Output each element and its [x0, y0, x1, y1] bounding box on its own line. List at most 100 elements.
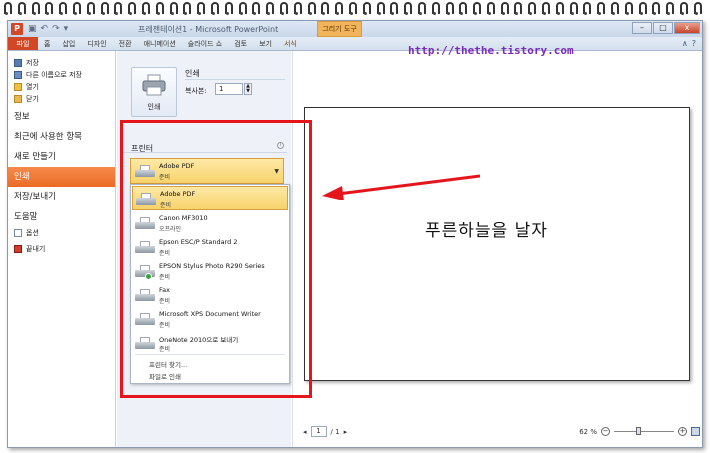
spiral-ring — [579, 0, 593, 18]
powerpoint-window: P ▣ ↶ ↷ ▾ 프레젠테이션1 - Microsoft PowerPoint… — [7, 20, 703, 448]
ribbon-right-controls: ∧ ? — [682, 39, 696, 48]
spiral-ring — [55, 0, 69, 18]
spiral-ring — [304, 0, 318, 18]
spiral-ring — [552, 0, 566, 18]
spiral-binding — [0, 0, 710, 18]
spiral-ring — [662, 0, 676, 18]
spiral-ring — [455, 0, 469, 18]
undo-icon[interactable]: ↶ — [41, 24, 49, 34]
maximize-button[interactable]: □ — [653, 22, 673, 34]
zoom-level[interactable]: 62 % — [579, 428, 597, 436]
copies-input[interactable]: 1 — [215, 83, 243, 95]
zoom-out-icon[interactable]: − — [601, 427, 610, 436]
print-section-title: 인쇄 — [185, 69, 200, 78]
spiral-ring — [138, 0, 152, 18]
customize-qat-icon[interactable]: ▾ — [64, 24, 69, 34]
blog-watermark: http://thethe.tistory.com — [408, 44, 574, 57]
nav-item-print[interactable]: 인쇄 — [8, 167, 115, 187]
divider — [185, 79, 285, 80]
slide-preview: 푸른하늘을 날자 — [304, 107, 690, 381]
nav-item-open[interactable]: 열기 — [8, 81, 115, 93]
printer-icon — [142, 74, 166, 96]
spiral-ring — [235, 0, 249, 18]
help-icon[interactable]: ? — [692, 39, 696, 48]
spiral-ring — [400, 0, 414, 18]
tab-design[interactable]: 디자인 — [81, 37, 112, 50]
spiral-ring — [152, 0, 166, 18]
print-button-label: 인쇄 — [147, 103, 161, 111]
zoom-to-page-icon[interactable] — [691, 427, 700, 436]
tab-slideshow[interactable]: 슬라이드 쇼 — [182, 37, 228, 50]
next-page-icon[interactable]: ▸ — [344, 428, 348, 436]
spiral-ring — [166, 0, 180, 18]
ribbon-tabs: 파일 홈 삽입 디자인 전환 애니메이션 슬라이드 쇼 검토 보기 서식 ∧ ? — [8, 37, 702, 51]
window-controls: – □ x — [632, 22, 700, 34]
spiral-ring — [276, 0, 290, 18]
tab-home[interactable]: 홈 — [38, 37, 56, 50]
print-preview-area: 푸른하늘을 날자 ◂ 1 / 1 ▸ 62 % − + — [292, 51, 702, 447]
save-as-icon — [14, 71, 22, 79]
nav-item-save-send[interactable]: 저장/보내기 — [8, 187, 115, 207]
tab-animations[interactable]: 애니메이션 — [138, 37, 182, 50]
save-icon — [14, 59, 22, 67]
spiral-ring — [414, 0, 428, 18]
spiral-ring — [317, 0, 331, 18]
tab-format[interactable]: 서식 — [278, 37, 303, 50]
spiral-ring — [510, 0, 524, 18]
spiral-ring — [373, 0, 387, 18]
spiral-ring — [359, 0, 373, 18]
close-folder-icon — [14, 95, 22, 103]
spiral-ring — [566, 0, 580, 18]
nav-item-close[interactable]: 닫기 — [8, 93, 115, 105]
page-number-input[interactable]: 1 — [310, 426, 327, 437]
spiral-ring — [179, 0, 193, 18]
redo-icon[interactable]: ↷ — [52, 24, 60, 34]
spiral-ring — [386, 0, 400, 18]
zoom-in-icon[interactable]: + — [678, 427, 687, 436]
copies-spinner[interactable]: ▲ ▼ — [244, 83, 252, 95]
tab-insert[interactable]: 삽입 — [56, 37, 81, 50]
save-icon[interactable]: ▣ — [28, 24, 37, 34]
spiral-ring — [483, 0, 497, 18]
spiral-ring — [345, 0, 359, 18]
tab-review[interactable]: 검토 — [228, 37, 253, 50]
nav-item-save-as[interactable]: 다른 이름으로 저장 — [8, 69, 115, 81]
annotation-highlight-box — [120, 120, 312, 398]
backstage-nav: 저장 다른 이름으로 저장 열기 닫기 정보 최근에 사용한 항목 새로 만들기… — [8, 51, 116, 447]
spiral-ring — [442, 0, 456, 18]
copies-label: 복사본: — [185, 87, 207, 95]
spiral-ring — [0, 0, 14, 18]
minimize-ribbon-icon[interactable]: ∧ — [682, 39, 688, 48]
spiral-ring — [593, 0, 607, 18]
powerpoint-app-icon[interactable]: P — [11, 23, 23, 35]
zoom-slider-thumb[interactable] — [636, 427, 641, 435]
tab-view[interactable]: 보기 — [253, 37, 278, 50]
nav-item-save[interactable]: 저장 — [8, 57, 115, 69]
slide-text: 푸른하늘을 날자 — [425, 221, 548, 241]
open-folder-icon — [14, 83, 22, 91]
nav-item-new[interactable]: 새로 만들기 — [8, 147, 115, 167]
quick-access-toolbar: ▣ ↶ ↷ ▾ — [28, 24, 68, 34]
close-button[interactable]: x — [674, 22, 700, 34]
window-title: 프레젠테이션1 - Microsoft PowerPoint — [138, 25, 279, 34]
tab-file[interactable]: 파일 — [8, 37, 38, 50]
spiral-ring — [221, 0, 235, 18]
zoom-slider[interactable] — [614, 427, 674, 435]
spiral-ring — [290, 0, 304, 18]
nav-item-recent[interactable]: 최근에 사용한 항목 — [8, 127, 115, 147]
previous-page-icon[interactable]: ◂ — [303, 428, 307, 436]
tab-transitions[interactable]: 전환 — [113, 37, 138, 50]
nav-item-exit[interactable]: 끝내기 — [8, 243, 115, 255]
nav-item-options[interactable]: 옵션 — [8, 227, 115, 239]
minimize-button[interactable]: – — [632, 22, 652, 34]
spiral-ring — [469, 0, 483, 18]
spiral-ring — [607, 0, 621, 18]
nav-item-help[interactable]: 도움말 — [8, 207, 115, 227]
nav-item-info[interactable]: 정보 — [8, 107, 115, 127]
spiral-ring — [124, 0, 138, 18]
spiral-ring — [69, 0, 83, 18]
spiral-ring — [14, 0, 28, 18]
spiral-ring — [28, 0, 42, 18]
spiral-ring — [262, 0, 276, 18]
print-button[interactable]: 인쇄 — [131, 67, 177, 117]
